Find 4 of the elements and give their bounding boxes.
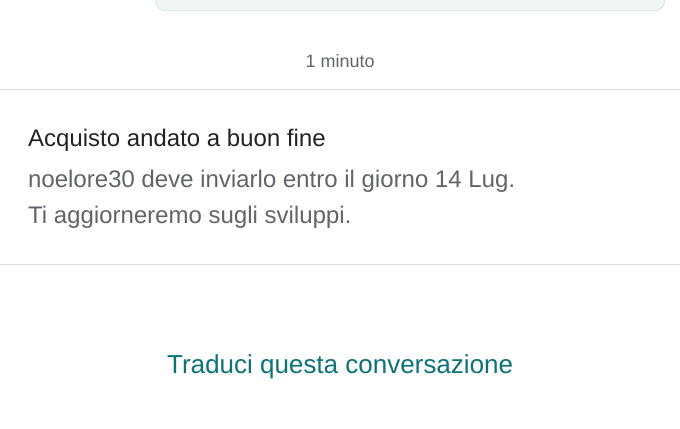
notice-text: noelore30 deve inviarlo entro il giorno 14 Lug. Ti aggiorneremo sugli sviluppi. <box>28 165 516 231</box>
timestamp: 1 minuto <box>305 50 375 73</box>
translate-link[interactable]: Traduci questa conversazione <box>167 345 513 384</box>
notice-title: Acquisto andato a buon fine <box>28 124 327 154</box>
